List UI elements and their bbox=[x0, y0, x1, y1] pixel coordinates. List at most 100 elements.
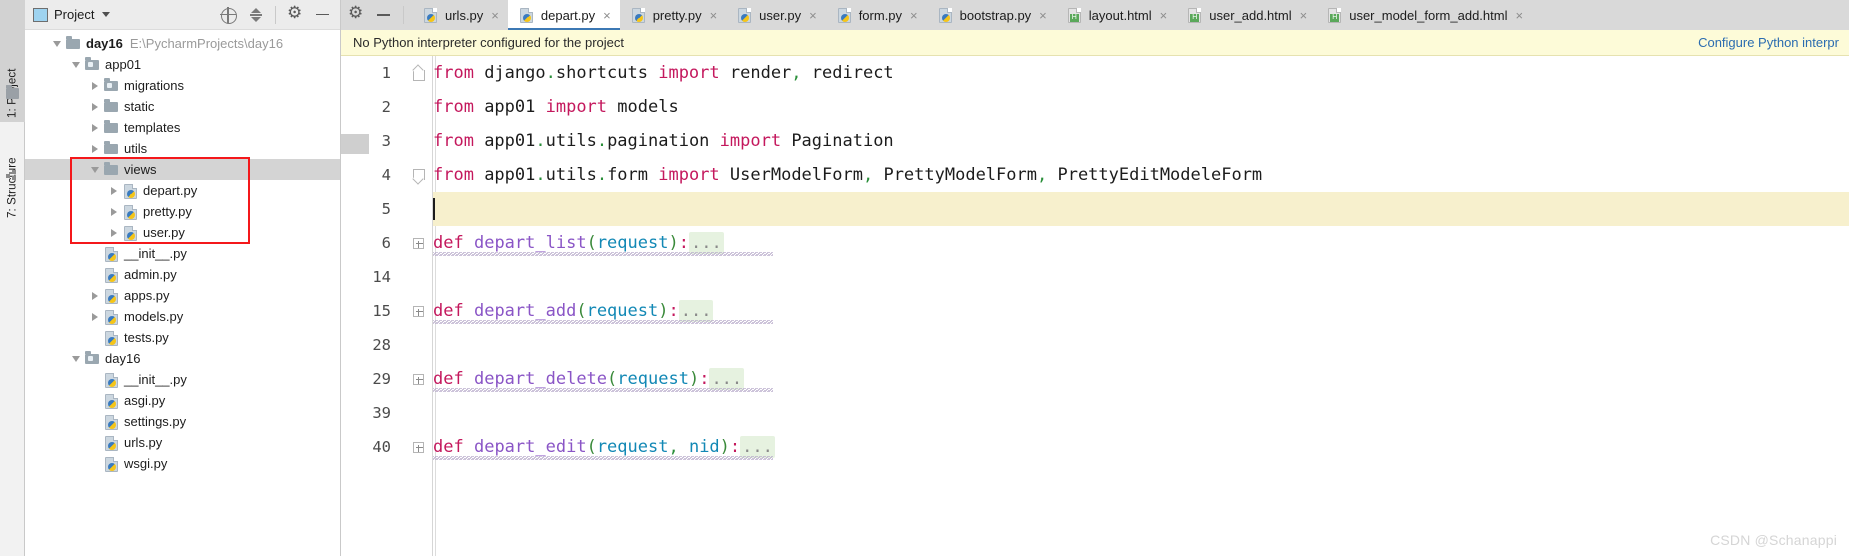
code-line[interactable]: 29 def depart_delete(request):... bbox=[372, 362, 1849, 396]
tree-item-init-py[interactable]: __init__.py bbox=[25, 369, 340, 390]
tree-item-views[interactable]: views bbox=[25, 159, 340, 180]
twisty-closed-icon[interactable] bbox=[87, 306, 103, 327]
code-line[interactable]: 14 bbox=[372, 260, 1849, 294]
editor-tab-urls-py[interactable]: urls.py × bbox=[412, 0, 508, 30]
fold-expand-icon[interactable] bbox=[411, 372, 425, 386]
chevron-down-icon[interactable] bbox=[102, 12, 111, 17]
close-icon[interactable]: × bbox=[1039, 9, 1047, 22]
close-icon[interactable]: × bbox=[710, 9, 718, 22]
twisty-closed-icon[interactable] bbox=[87, 138, 103, 159]
code-line[interactable]: 4 from app01.utils.form import UserModelF… bbox=[382, 158, 1849, 192]
editor-tab-user-model-form-add-html[interactable]: user_model_form_add.html × bbox=[1316, 0, 1532, 30]
fold-region-end-icon[interactable] bbox=[411, 168, 425, 182]
code-token: depart_delete bbox=[473, 369, 608, 389]
twisty-closed-icon[interactable] bbox=[87, 96, 103, 117]
twisty-closed-icon[interactable] bbox=[106, 201, 122, 222]
tree-item-utils[interactable]: utils bbox=[25, 138, 340, 159]
code-line[interactable]: 5 bbox=[382, 192, 1849, 226]
tree-item-migrations[interactable]: migrations bbox=[25, 75, 340, 96]
twisty-closed-icon[interactable] bbox=[87, 117, 103, 138]
editor-tab-user-py[interactable]: user.py × bbox=[726, 0, 826, 30]
tree-item-urls-py[interactable]: urls.py bbox=[25, 432, 340, 453]
target-icon[interactable] bbox=[219, 6, 237, 24]
editor-tab-form-py[interactable]: form.py × bbox=[826, 0, 927, 30]
fold-expand-icon[interactable] bbox=[411, 304, 425, 318]
editor-tab-pretty-py[interactable]: pretty.py × bbox=[620, 0, 726, 30]
fold-expand-icon[interactable] bbox=[411, 440, 425, 454]
tree-item-depart-py[interactable]: depart.py bbox=[25, 180, 340, 201]
editor-tab-label: pretty.py bbox=[652, 7, 702, 23]
tree-item-user-py[interactable]: user.py bbox=[25, 222, 340, 243]
tree-item-models-py[interactable]: models.py bbox=[25, 306, 340, 327]
editor-tab-depart-py[interactable]: depart.py × bbox=[507, 0, 620, 30]
tool-window-strip: 1: Project 7: Structure bbox=[0, 0, 25, 556]
code-lines[interactable]: 1 from django.shortcuts import render, re… bbox=[372, 56, 1849, 556]
sidebar-item-project[interactable]: 1: Project bbox=[0, 0, 25, 122]
twisty-closed-icon[interactable] bbox=[87, 75, 103, 96]
tree-item-apps-py[interactable]: apps.py bbox=[25, 285, 340, 306]
folder-icon bbox=[103, 140, 121, 157]
minus-icon[interactable] bbox=[375, 6, 393, 24]
gear-icon[interactable] bbox=[286, 3, 304, 24]
editor-tab-label: bootstrap.py bbox=[959, 7, 1032, 23]
editor-tab-layout-html[interactable]: layout.html × bbox=[1056, 0, 1176, 30]
twisty-open-icon[interactable] bbox=[87, 159, 103, 180]
code-token: django bbox=[473, 63, 546, 83]
code-line[interactable]: 6 def depart_list(request):... bbox=[382, 226, 1849, 260]
gear-icon[interactable] bbox=[347, 3, 365, 24]
code-token: request bbox=[596, 437, 669, 457]
collapse-all-icon[interactable] bbox=[247, 6, 265, 24]
close-icon[interactable]: × bbox=[1160, 9, 1168, 22]
tree-item-templates[interactable]: templates bbox=[25, 117, 340, 138]
code-line[interactable]: 15 def depart_add(request):... bbox=[372, 294, 1849, 328]
code-line[interactable]: 1 from django.shortcuts import render, re… bbox=[382, 56, 1849, 90]
fold-expand-icon[interactable] bbox=[411, 236, 425, 250]
tree-item-day16[interactable]: day16 E:\PycharmProjects\day16 bbox=[25, 33, 340, 54]
twisty-closed-icon[interactable] bbox=[106, 222, 122, 243]
text-caret bbox=[433, 198, 435, 220]
close-icon[interactable]: × bbox=[491, 9, 499, 22]
project-view-selector[interactable]: Project bbox=[33, 7, 111, 22]
tree-item-label: depart.py bbox=[143, 183, 198, 198]
editor-tab-bootstrap-py[interactable]: bootstrap.py × bbox=[927, 0, 1056, 30]
code-line[interactable]: 28 bbox=[372, 328, 1849, 362]
code-line[interactable]: 2 from app01 import models bbox=[382, 90, 1849, 124]
tree-item-pretty-py[interactable]: pretty.py bbox=[25, 201, 340, 222]
close-icon[interactable]: × bbox=[809, 9, 817, 22]
code-token: . bbox=[545, 63, 556, 83]
python-file-icon bbox=[103, 393, 121, 409]
close-icon[interactable]: × bbox=[1515, 9, 1523, 22]
configure-interpreter-link[interactable]: Configure Python interpr bbox=[1698, 35, 1839, 50]
twisty-open-icon[interactable] bbox=[49, 33, 65, 54]
editor-tab-user-add-html[interactable]: user_add.html × bbox=[1176, 0, 1316, 30]
tree-item-wsgi-py[interactable]: wsgi.py bbox=[25, 453, 340, 474]
editor-tab-bar[interactable]: urls.py×depart.py×pretty.py×user.py×form… bbox=[341, 0, 1849, 30]
tree-item-asgi-py[interactable]: asgi.py bbox=[25, 390, 340, 411]
tree-item-init-py[interactable]: __init__.py bbox=[25, 243, 340, 264]
twisty-open-icon[interactable] bbox=[68, 348, 84, 369]
code-line[interactable]: 39 bbox=[372, 396, 1849, 430]
code-token: ( bbox=[586, 437, 597, 457]
twisty-open-icon[interactable] bbox=[68, 54, 84, 75]
twisty-closed-icon[interactable] bbox=[106, 180, 122, 201]
code-line[interactable]: 40 def depart_edit(request, nid):... bbox=[372, 430, 1849, 464]
code-token: UserModelForm bbox=[719, 165, 863, 185]
project-tree[interactable]: day16 E:\PycharmProjects\day16 app01 migrat… bbox=[25, 30, 340, 474]
code-line[interactable]: 3 from app01.utils.pagination import Pagi… bbox=[382, 124, 1849, 158]
tree-item-day16[interactable]: day16 bbox=[25, 348, 340, 369]
close-icon[interactable]: × bbox=[603, 9, 611, 22]
twisty-closed-icon[interactable] bbox=[87, 285, 103, 306]
tree-item-admin-py[interactable]: admin.py bbox=[25, 264, 340, 285]
tree-item-app01[interactable]: app01 bbox=[25, 54, 340, 75]
minus-icon[interactable] bbox=[314, 6, 332, 24]
close-icon[interactable]: × bbox=[910, 9, 918, 22]
close-icon[interactable]: × bbox=[1300, 9, 1308, 22]
tree-item-settings-py[interactable]: settings.py bbox=[25, 411, 340, 432]
code-editor[interactable]: 1 from django.shortcuts import render, re… bbox=[341, 56, 1849, 556]
fold-region-start-icon[interactable] bbox=[411, 66, 425, 81]
tree-item-static[interactable]: static bbox=[25, 96, 340, 117]
tree-item-tests-py[interactable]: tests.py bbox=[25, 327, 340, 348]
